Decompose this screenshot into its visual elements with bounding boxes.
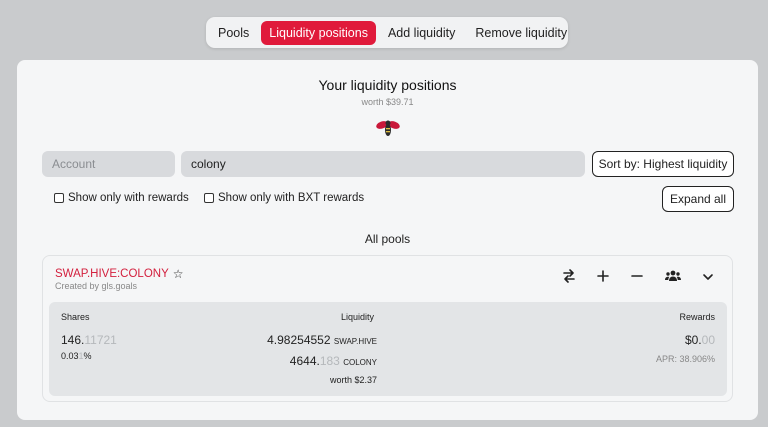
apr-value: APR: 38.906% [655, 354, 715, 364]
shares-header: Shares [61, 312, 90, 322]
rewards-header: Rewards [679, 312, 715, 322]
users-icon[interactable] [664, 269, 682, 287]
account-input[interactable] [42, 151, 175, 177]
total-worth: worth $39.71 [361, 97, 414, 107]
bxt-rewards-filter[interactable]: Show only with BXT rewards [204, 192, 364, 204]
tab-add-liquidity[interactable]: Add liquidity [380, 21, 463, 45]
section-title: All pools [364, 232, 411, 246]
bxt-rewards-filter-label: Show only with BXT rewards [218, 192, 365, 204]
tab-liquidity-positions[interactable]: Liquidity positions [261, 20, 376, 45]
rewards-filter-label: Show only with rewards [68, 192, 189, 204]
rewards-filter[interactable]: Show only with rewards [54, 192, 189, 204]
pool-card: SWAP.HIVE:COLONY ☆ Created by gls.goals … [42, 255, 733, 402]
expand-all-button[interactable]: Expand all [662, 186, 734, 212]
minus-icon[interactable] [628, 269, 646, 287]
pool-creator: Created by gls.goals [55, 281, 138, 291]
rewards-value: $0.00 [684, 333, 715, 347]
liquidity-worth: worth $2.37 [329, 375, 377, 385]
liquidity-token2: 4644.183 COLONY [289, 354, 377, 368]
liquidity-header: Liquidity [341, 312, 375, 322]
pool-name-row: SWAP.HIVE:COLONY ☆ [55, 267, 184, 281]
sort-button[interactable]: Sort by: Highest liquidity [592, 151, 734, 177]
swap-icon[interactable] [560, 269, 578, 287]
shares-value: 146.11721 [61, 333, 117, 347]
star-icon[interactable]: ☆ [173, 267, 184, 281]
tab-pools[interactable]: Pools [210, 21, 257, 45]
chevron-down-icon[interactable] [699, 269, 717, 287]
page-title: Your liquidity positions [318, 77, 457, 93]
colony-logo-icon [376, 120, 400, 136]
pool-search-input[interactable] [181, 151, 585, 177]
plus-icon[interactable] [594, 269, 612, 287]
tab-remove-liquidity[interactable]: Remove liquidity [467, 21, 575, 45]
pool-name-link[interactable]: SWAP.HIVE:COLONY [55, 268, 169, 280]
pool-details: Shares Liquidity Rewards 146.11721 0.031… [49, 302, 727, 396]
rewards-checkbox[interactable] [54, 193, 64, 203]
share-percent: 0.031% [61, 351, 92, 361]
bxt-rewards-checkbox[interactable] [204, 193, 214, 203]
top-tabs: Pools Liquidity positions Add liquidity … [206, 17, 568, 48]
liquidity-token1: 4.98254552 SWAP.HIVE [267, 333, 377, 347]
positions-panel: Your liquidity positions worth $39.71 So… [17, 60, 758, 420]
